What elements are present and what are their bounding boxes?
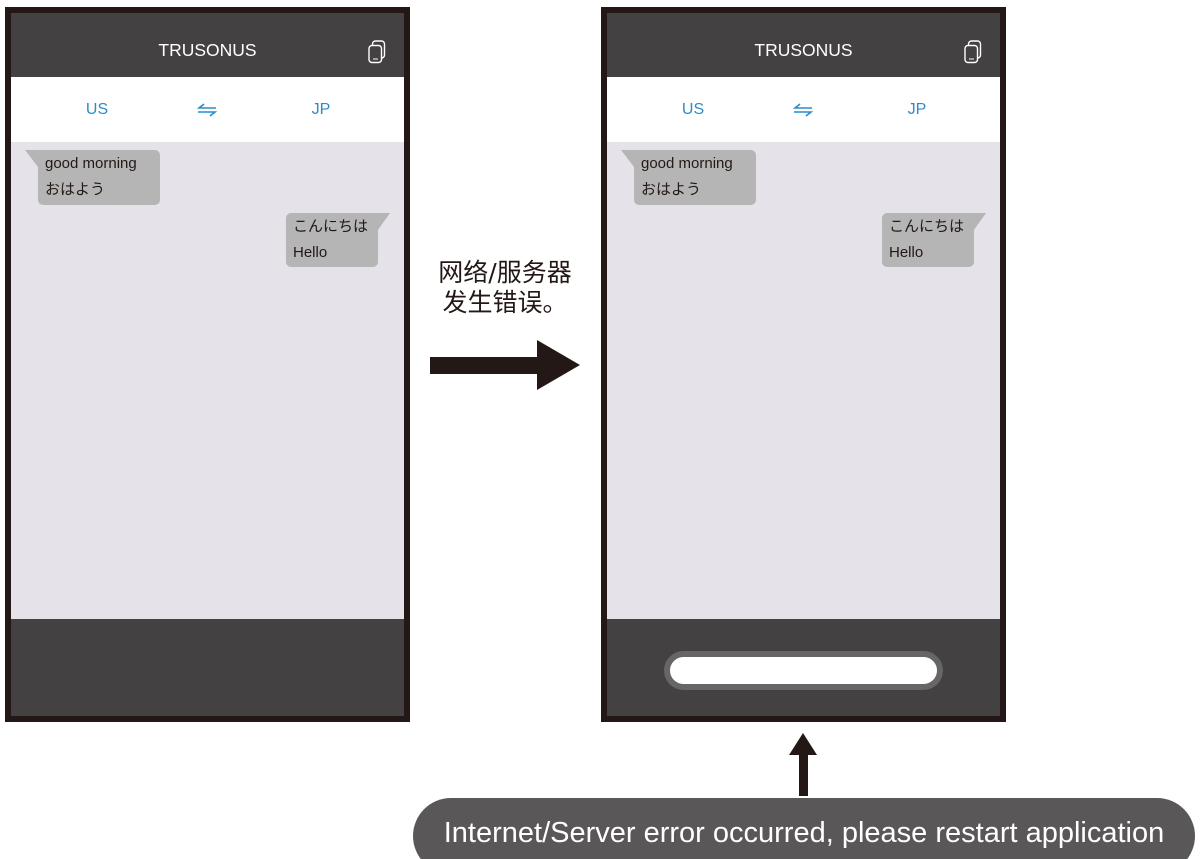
message-translation: おはよう [641, 181, 702, 198]
message-bubble: good morning おはよう [25, 150, 160, 205]
message-bubble: good morning おはよう [621, 150, 756, 205]
error-callout: Internet/Server error occurred, please r… [413, 798, 1195, 859]
message-translation: Hello [889, 244, 924, 261]
app-title: TRUSONUS [754, 40, 853, 60]
message-text: こんにちは [889, 218, 965, 235]
up-arrow-icon [789, 733, 817, 796]
phone-screen-before: TRUSONUS US JP good morning おはよう こんにちは H… [5, 7, 410, 722]
source-language-button[interactable]: US [86, 77, 108, 142]
copy-button[interactable] [368, 40, 386, 64]
phone-screen-after: TRUSONUS US JP good morning おはよう こんにちは H… [601, 7, 1006, 722]
language-bar: US JP [11, 77, 404, 142]
app-screen: TRUSONUS US JP good morning おはよう こんにちは H… [607, 13, 1000, 716]
copy-button[interactable] [964, 40, 982, 64]
app-title: TRUSONUS [158, 40, 257, 60]
right-arrow-icon [430, 340, 580, 390]
chat-area: good morning おはよう こんにちは Hello [607, 142, 1000, 619]
source-language-button[interactable]: US [682, 77, 704, 142]
message-text: こんにちは [293, 218, 369, 235]
bubble-tail [621, 150, 641, 167]
transition-label-line: 发生错误。 [442, 288, 568, 317]
message-text: good morning [45, 155, 137, 172]
swap-language-button[interactable] [196, 103, 218, 117]
message-translation: Hello [293, 244, 328, 261]
message-text: good morning [641, 155, 733, 172]
transition-label-line: 网络/服务器 [438, 258, 572, 287]
target-language-button[interactable]: JP [908, 77, 927, 142]
chat-area: good morning おはよう こんにちは Hello [11, 142, 404, 619]
message-bubble: こんにちは Hello [286, 213, 390, 267]
app-header: TRUSONUS [11, 13, 404, 77]
bubble-tail [25, 150, 45, 167]
language-bar: US JP [607, 77, 1000, 142]
copy-icon [964, 40, 982, 64]
target-language-button[interactable]: JP [312, 77, 331, 142]
app-screen: TRUSONUS US JP good morning おはよう こんにちは H… [11, 13, 404, 716]
error-message-bar [664, 651, 943, 690]
error-callout-text: Internet/Server error occurred, please r… [413, 798, 1195, 859]
footer-bar [11, 619, 404, 716]
app-header: TRUSONUS [607, 13, 1000, 77]
swap-icon [792, 103, 814, 117]
footer-bar [607, 619, 1000, 716]
copy-icon [368, 40, 386, 64]
swap-icon [196, 103, 218, 117]
message-bubble: こんにちは Hello [882, 213, 986, 267]
message-translation: おはよう [45, 181, 106, 198]
transition-label: 网络/服务器 发生错误。 [415, 258, 595, 318]
swap-language-button[interactable] [792, 103, 814, 117]
